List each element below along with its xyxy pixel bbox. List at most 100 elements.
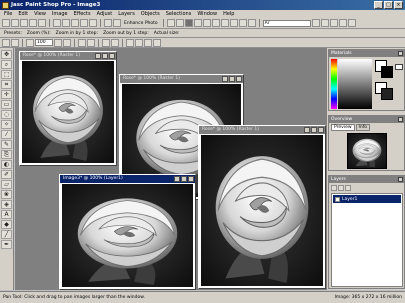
eraser-icon[interactable]: ▱ (1, 180, 12, 189)
freehand-selection-icon[interactable]: ◌ (1, 110, 12, 119)
zoom-out-icon[interactable] (63, 38, 71, 47)
view-option-icon[interactable] (126, 38, 134, 47)
layer-visibility-icon[interactable] (335, 196, 340, 202)
menu-image[interactable]: Image (52, 11, 68, 17)
copy-icon[interactable] (80, 19, 88, 27)
doc-minimize-button[interactable] (95, 53, 101, 59)
cut-icon[interactable] (71, 19, 79, 27)
text-format-icon[interactable] (338, 19, 347, 27)
close-icon[interactable] (398, 177, 403, 182)
hue-strip[interactable] (331, 59, 337, 109)
menu-help[interactable]: Help (223, 11, 234, 17)
swap-icon[interactable] (395, 64, 403, 70)
magic-wand-icon[interactable]: ✧ (1, 120, 12, 129)
doc-minimize-button[interactable] (174, 176, 180, 182)
palette-toggle-icon[interactable] (220, 19, 229, 27)
doc-minimize-button[interactable] (304, 127, 310, 133)
doc-maximize-button[interactable] (229, 76, 235, 82)
document-title[interactable]: Rose* @ 100% (Raster 1) (20, 52, 116, 60)
palette-toggle-icon[interactable] (193, 19, 202, 27)
doc-maximize-button[interactable] (102, 53, 108, 59)
new-layer-icon[interactable] (331, 185, 337, 191)
view-option-icon[interactable] (135, 38, 143, 47)
document-window[interactable]: Rose* @ 100% (Raster 1) (198, 125, 326, 289)
selection-tool-icon[interactable]: ▭ (1, 100, 12, 109)
view-option-icon[interactable] (144, 38, 152, 47)
zoom-in-icon[interactable] (54, 38, 62, 47)
zoom-tool-icon[interactable]: ⌕ (1, 60, 12, 69)
text-format-icon[interactable] (311, 19, 320, 27)
pan-tool-icon[interactable]: ✥ (1, 50, 12, 59)
delete-layer-icon[interactable] (338, 185, 344, 191)
document-window-active[interactable]: Image3* @ 100% (Layer1) (59, 174, 196, 290)
doc-close-button[interactable] (188, 176, 194, 182)
text-format-icon[interactable] (329, 19, 338, 27)
maximize-button[interactable]: □ (384, 1, 393, 9)
menu-selections[interactable]: Selections (166, 11, 192, 17)
retouch-tool-icon[interactable]: ✐ (1, 170, 12, 179)
text-format-icon[interactable] (347, 19, 356, 27)
presets-icon[interactable] (2, 38, 10, 47)
menu-file[interactable]: File (4, 11, 12, 17)
close-icon[interactable] (398, 117, 403, 122)
color-picker[interactable] (338, 59, 372, 109)
deform-tool-icon[interactable]: ⬚ (1, 70, 12, 79)
move-tool-icon[interactable]: ✛ (1, 90, 12, 99)
clone-brush-icon[interactable]: ⎘ (1, 150, 12, 159)
actual-size-button[interactable] (102, 38, 110, 47)
scanner-icon[interactable] (113, 19, 121, 27)
redo-icon[interactable] (62, 19, 70, 27)
camera-icon[interactable] (104, 19, 112, 27)
tab-preview[interactable]: Preview (331, 124, 355, 131)
rose-image[interactable] (22, 61, 114, 163)
palette-toggle-icon[interactable] (247, 19, 256, 27)
menu-layers[interactable]: Layers (118, 11, 135, 17)
draw-tool-icon[interactable]: ╱ (1, 230, 12, 239)
document-window[interactable]: Rose* @ 100% (Raster 1) (19, 51, 117, 166)
zoom-in-button[interactable] (78, 38, 86, 47)
pen-tool-icon[interactable]: ✒ (1, 240, 12, 249)
text-format-icon[interactable] (320, 19, 329, 27)
enhance-photo-button[interactable]: Enhance Photo (124, 21, 158, 26)
picture-tube-icon[interactable]: ❀ (1, 190, 12, 199)
stroke-swatch[interactable] (381, 88, 393, 100)
doc-minimize-button[interactable] (222, 76, 228, 82)
flood-fill-icon[interactable]: ◈ (1, 200, 12, 209)
palette-toggle-icon[interactable] (166, 19, 175, 27)
rose-image[interactable] (201, 135, 323, 286)
document-title[interactable]: Rose* @ 100% (Raster 1) (120, 75, 243, 83)
palette-toggle-icon[interactable] (238, 19, 247, 27)
menu-window[interactable]: Window (197, 11, 217, 17)
zoom-icon[interactable] (26, 38, 34, 47)
menu-adjust[interactable]: Adjust (97, 11, 113, 17)
background-swatch[interactable] (381, 66, 393, 78)
close-button[interactable]: × (394, 1, 403, 9)
view-option-icon[interactable] (153, 38, 161, 47)
doc-close-button[interactable] (318, 127, 324, 133)
rose-image[interactable] (62, 184, 193, 287)
open-icon[interactable] (11, 19, 19, 27)
document-title[interactable]: Image3* @ 100% (Layer1) (60, 175, 195, 183)
paint-brush-icon[interactable]: ✎ (1, 140, 12, 149)
menu-edit[interactable]: Edit (18, 11, 28, 17)
text-tool-icon[interactable]: A (1, 210, 12, 219)
print-icon[interactable] (38, 19, 46, 27)
layer-properties-icon[interactable] (345, 185, 351, 191)
browse-icon[interactable] (29, 19, 37, 27)
palette-toggle-icon[interactable] (202, 19, 211, 27)
doc-maximize-button[interactable] (311, 127, 317, 133)
new-icon[interactable] (2, 19, 10, 27)
undo-icon[interactable] (53, 19, 61, 27)
fit-window-button[interactable] (111, 38, 119, 47)
doc-close-button[interactable] (109, 53, 115, 59)
dropper-icon[interactable]: ⁄ (1, 130, 12, 139)
palette-toggle-icon[interactable] (184, 19, 193, 27)
palette-toggle-icon[interactable] (229, 19, 238, 27)
palette-toggle-icon[interactable] (175, 19, 184, 27)
font-dropdown[interactable]: Ar (262, 19, 311, 27)
color-replacer-icon[interactable]: ◐ (1, 160, 12, 169)
doc-close-button[interactable] (236, 76, 242, 82)
menu-view[interactable]: View (34, 11, 46, 17)
palette-toggle-icon[interactable] (211, 19, 220, 27)
menu-objects[interactable]: Objects (141, 11, 160, 17)
